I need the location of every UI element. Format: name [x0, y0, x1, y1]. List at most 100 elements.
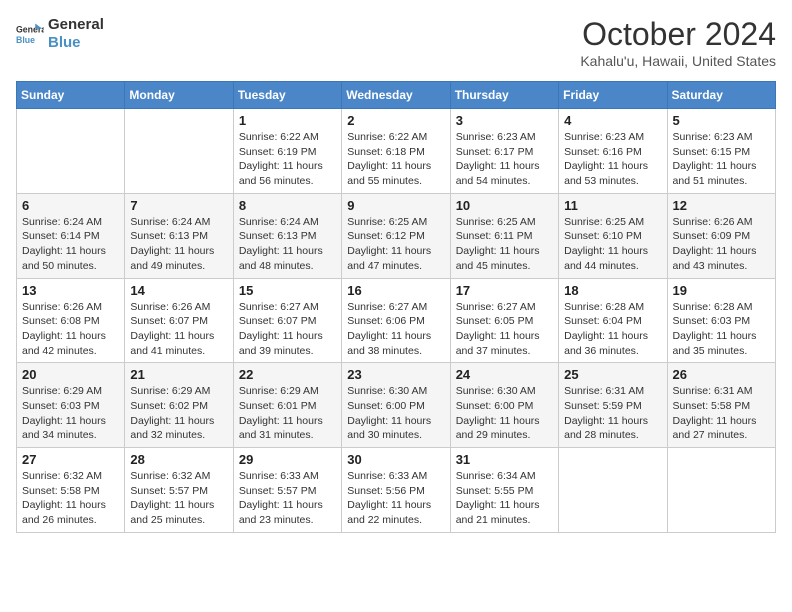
logo-text: General Blue [48, 16, 104, 52]
weekday-header-row: SundayMondayTuesdayWednesdayThursdayFrid… [17, 82, 776, 109]
day-number: 2 [347, 113, 444, 128]
day-info: Sunrise: 6:25 AM Sunset: 6:11 PM Dayligh… [456, 215, 553, 274]
calendar-cell: 24 Sunrise: 6:30 AM Sunset: 6:00 PM Dayli… [450, 363, 558, 448]
day-number: 4 [564, 113, 661, 128]
day-info: Sunrise: 6:26 AM Sunset: 6:09 PM Dayligh… [673, 215, 770, 274]
day-number: 25 [564, 367, 661, 382]
day-info: Sunrise: 6:28 AM Sunset: 6:03 PM Dayligh… [673, 300, 770, 359]
day-number: 24 [456, 367, 553, 382]
day-info: Sunrise: 6:22 AM Sunset: 6:18 PM Dayligh… [347, 130, 444, 189]
calendar-cell: 27 Sunrise: 6:32 AM Sunset: 5:58 PM Dayli… [17, 448, 125, 533]
day-info: Sunrise: 6:29 AM Sunset: 6:03 PM Dayligh… [22, 384, 119, 443]
calendar-week-row: 6 Sunrise: 6:24 AM Sunset: 6:14 PM Daylig… [17, 193, 776, 278]
day-info: Sunrise: 6:32 AM Sunset: 5:57 PM Dayligh… [130, 469, 227, 528]
day-info: Sunrise: 6:25 AM Sunset: 6:12 PM Dayligh… [347, 215, 444, 274]
day-info: Sunrise: 6:23 AM Sunset: 6:17 PM Dayligh… [456, 130, 553, 189]
day-number: 5 [673, 113, 770, 128]
calendar-week-row: 13 Sunrise: 6:26 AM Sunset: 6:08 PM Dayli… [17, 278, 776, 363]
page-header: General Blue General Blue October 2024 K… [16, 16, 776, 69]
day-info: Sunrise: 6:28 AM Sunset: 6:04 PM Dayligh… [564, 300, 661, 359]
calendar-body: 1 Sunrise: 6:22 AM Sunset: 6:19 PM Daylig… [17, 109, 776, 533]
day-info: Sunrise: 6:22 AM Sunset: 6:19 PM Dayligh… [239, 130, 336, 189]
calendar-week-row: 20 Sunrise: 6:29 AM Sunset: 6:03 PM Dayli… [17, 363, 776, 448]
day-number: 6 [22, 198, 119, 213]
day-info: Sunrise: 6:27 AM Sunset: 6:05 PM Dayligh… [456, 300, 553, 359]
day-number: 26 [673, 367, 770, 382]
day-info: Sunrise: 6:32 AM Sunset: 5:58 PM Dayligh… [22, 469, 119, 528]
day-number: 23 [347, 367, 444, 382]
day-number: 12 [673, 198, 770, 213]
svg-text:Blue: Blue [16, 35, 35, 45]
calendar-cell: 3 Sunrise: 6:23 AM Sunset: 6:17 PM Daylig… [450, 109, 558, 194]
calendar-header: SundayMondayTuesdayWednesdayThursdayFrid… [17, 82, 776, 109]
day-number: 19 [673, 283, 770, 298]
weekday-header: Tuesday [233, 82, 341, 109]
day-info: Sunrise: 6:26 AM Sunset: 6:07 PM Dayligh… [130, 300, 227, 359]
day-info: Sunrise: 6:23 AM Sunset: 6:16 PM Dayligh… [564, 130, 661, 189]
day-info: Sunrise: 6:34 AM Sunset: 5:55 PM Dayligh… [456, 469, 553, 528]
day-number: 13 [22, 283, 119, 298]
day-info: Sunrise: 6:33 AM Sunset: 5:57 PM Dayligh… [239, 469, 336, 528]
day-info: Sunrise: 6:31 AM Sunset: 5:59 PM Dayligh… [564, 384, 661, 443]
calendar-cell: 30Sunrise: 6:33 AM Sunset: 5:56 PM Dayli… [342, 448, 450, 533]
calendar-cell: 15 Sunrise: 6:27 AM Sunset: 6:07 PM Dayli… [233, 278, 341, 363]
day-number: 27 [22, 452, 119, 467]
day-info: Sunrise: 6:24 AM Sunset: 6:13 PM Dayligh… [130, 215, 227, 274]
calendar-cell [559, 448, 667, 533]
calendar-cell: 21Sunrise: 6:29 AM Sunset: 6:02 PM Dayli… [125, 363, 233, 448]
day-number: 31 [456, 452, 553, 467]
day-number: 11 [564, 198, 661, 213]
day-info: Sunrise: 6:29 AM Sunset: 6:01 PM Dayligh… [239, 384, 336, 443]
calendar-cell: 2 Sunrise: 6:22 AM Sunset: 6:18 PM Daylig… [342, 109, 450, 194]
calendar-cell: 18 Sunrise: 6:28 AM Sunset: 6:04 PM Dayli… [559, 278, 667, 363]
calendar: SundayMondayTuesdayWednesdayThursdayFrid… [16, 81, 776, 533]
weekday-header: Monday [125, 82, 233, 109]
calendar-cell: 13 Sunrise: 6:26 AM Sunset: 6:08 PM Dayli… [17, 278, 125, 363]
calendar-cell: 6 Sunrise: 6:24 AM Sunset: 6:14 PM Daylig… [17, 193, 125, 278]
day-number: 28 [130, 452, 227, 467]
calendar-cell: 28 Sunrise: 6:32 AM Sunset: 5:57 PM Dayli… [125, 448, 233, 533]
day-info: Sunrise: 6:27 AM Sunset: 6:07 PM Dayligh… [239, 300, 336, 359]
day-number: 30 [347, 452, 444, 467]
day-info: Sunrise: 6:23 AM Sunset: 6:15 PM Dayligh… [673, 130, 770, 189]
calendar-cell: 9 Sunrise: 6:25 AM Sunset: 6:12 PM Daylig… [342, 193, 450, 278]
calendar-cell [125, 109, 233, 194]
day-number: 3 [456, 113, 553, 128]
day-info: Sunrise: 6:30 AM Sunset: 6:00 PM Dayligh… [456, 384, 553, 443]
day-info: Sunrise: 6:24 AM Sunset: 6:14 PM Dayligh… [22, 215, 119, 274]
day-number: 9 [347, 198, 444, 213]
day-number: 20 [22, 367, 119, 382]
calendar-cell [17, 109, 125, 194]
day-number: 22 [239, 367, 336, 382]
weekday-header: Saturday [667, 82, 775, 109]
day-info: Sunrise: 6:25 AM Sunset: 6:10 PM Dayligh… [564, 215, 661, 274]
title-area: October 2024 Kahalu'u, Hawaii, United St… [580, 16, 776, 69]
calendar-cell: 8Sunrise: 6:24 AM Sunset: 6:13 PM Daylig… [233, 193, 341, 278]
day-info: Sunrise: 6:30 AM Sunset: 6:00 PM Dayligh… [347, 384, 444, 443]
day-number: 18 [564, 283, 661, 298]
calendar-cell: 19 Sunrise: 6:28 AM Sunset: 6:03 PM Dayli… [667, 278, 775, 363]
weekday-header: Sunday [17, 82, 125, 109]
calendar-cell [667, 448, 775, 533]
day-number: 8 [239, 198, 336, 213]
calendar-cell: 20 Sunrise: 6:29 AM Sunset: 6:03 PM Dayli… [17, 363, 125, 448]
day-number: 16 [347, 283, 444, 298]
calendar-week-row: 1 Sunrise: 6:22 AM Sunset: 6:19 PM Daylig… [17, 109, 776, 194]
day-number: 15 [239, 283, 336, 298]
calendar-cell: 7Sunrise: 6:24 AM Sunset: 6:13 PM Daylig… [125, 193, 233, 278]
calendar-cell: 4 Sunrise: 6:23 AM Sunset: 6:16 PM Daylig… [559, 109, 667, 194]
day-number: 10 [456, 198, 553, 213]
day-number: 1 [239, 113, 336, 128]
calendar-cell: 16 Sunrise: 6:27 AM Sunset: 6:06 PM Dayli… [342, 278, 450, 363]
calendar-cell: 17Sunrise: 6:27 AM Sunset: 6:05 PM Dayli… [450, 278, 558, 363]
day-info: Sunrise: 6:27 AM Sunset: 6:06 PM Dayligh… [347, 300, 444, 359]
calendar-week-row: 27 Sunrise: 6:32 AM Sunset: 5:58 PM Dayli… [17, 448, 776, 533]
svg-text:General: General [16, 24, 44, 34]
day-number: 21 [130, 367, 227, 382]
location: Kahalu'u, Hawaii, United States [580, 53, 776, 69]
calendar-cell: 22 Sunrise: 6:29 AM Sunset: 6:01 PM Dayli… [233, 363, 341, 448]
day-info: Sunrise: 6:31 AM Sunset: 5:58 PM Dayligh… [673, 384, 770, 443]
calendar-cell: 23 Sunrise: 6:30 AM Sunset: 6:00 PM Dayli… [342, 363, 450, 448]
logo-icon: General Blue [16, 20, 44, 48]
day-info: Sunrise: 6:26 AM Sunset: 6:08 PM Dayligh… [22, 300, 119, 359]
